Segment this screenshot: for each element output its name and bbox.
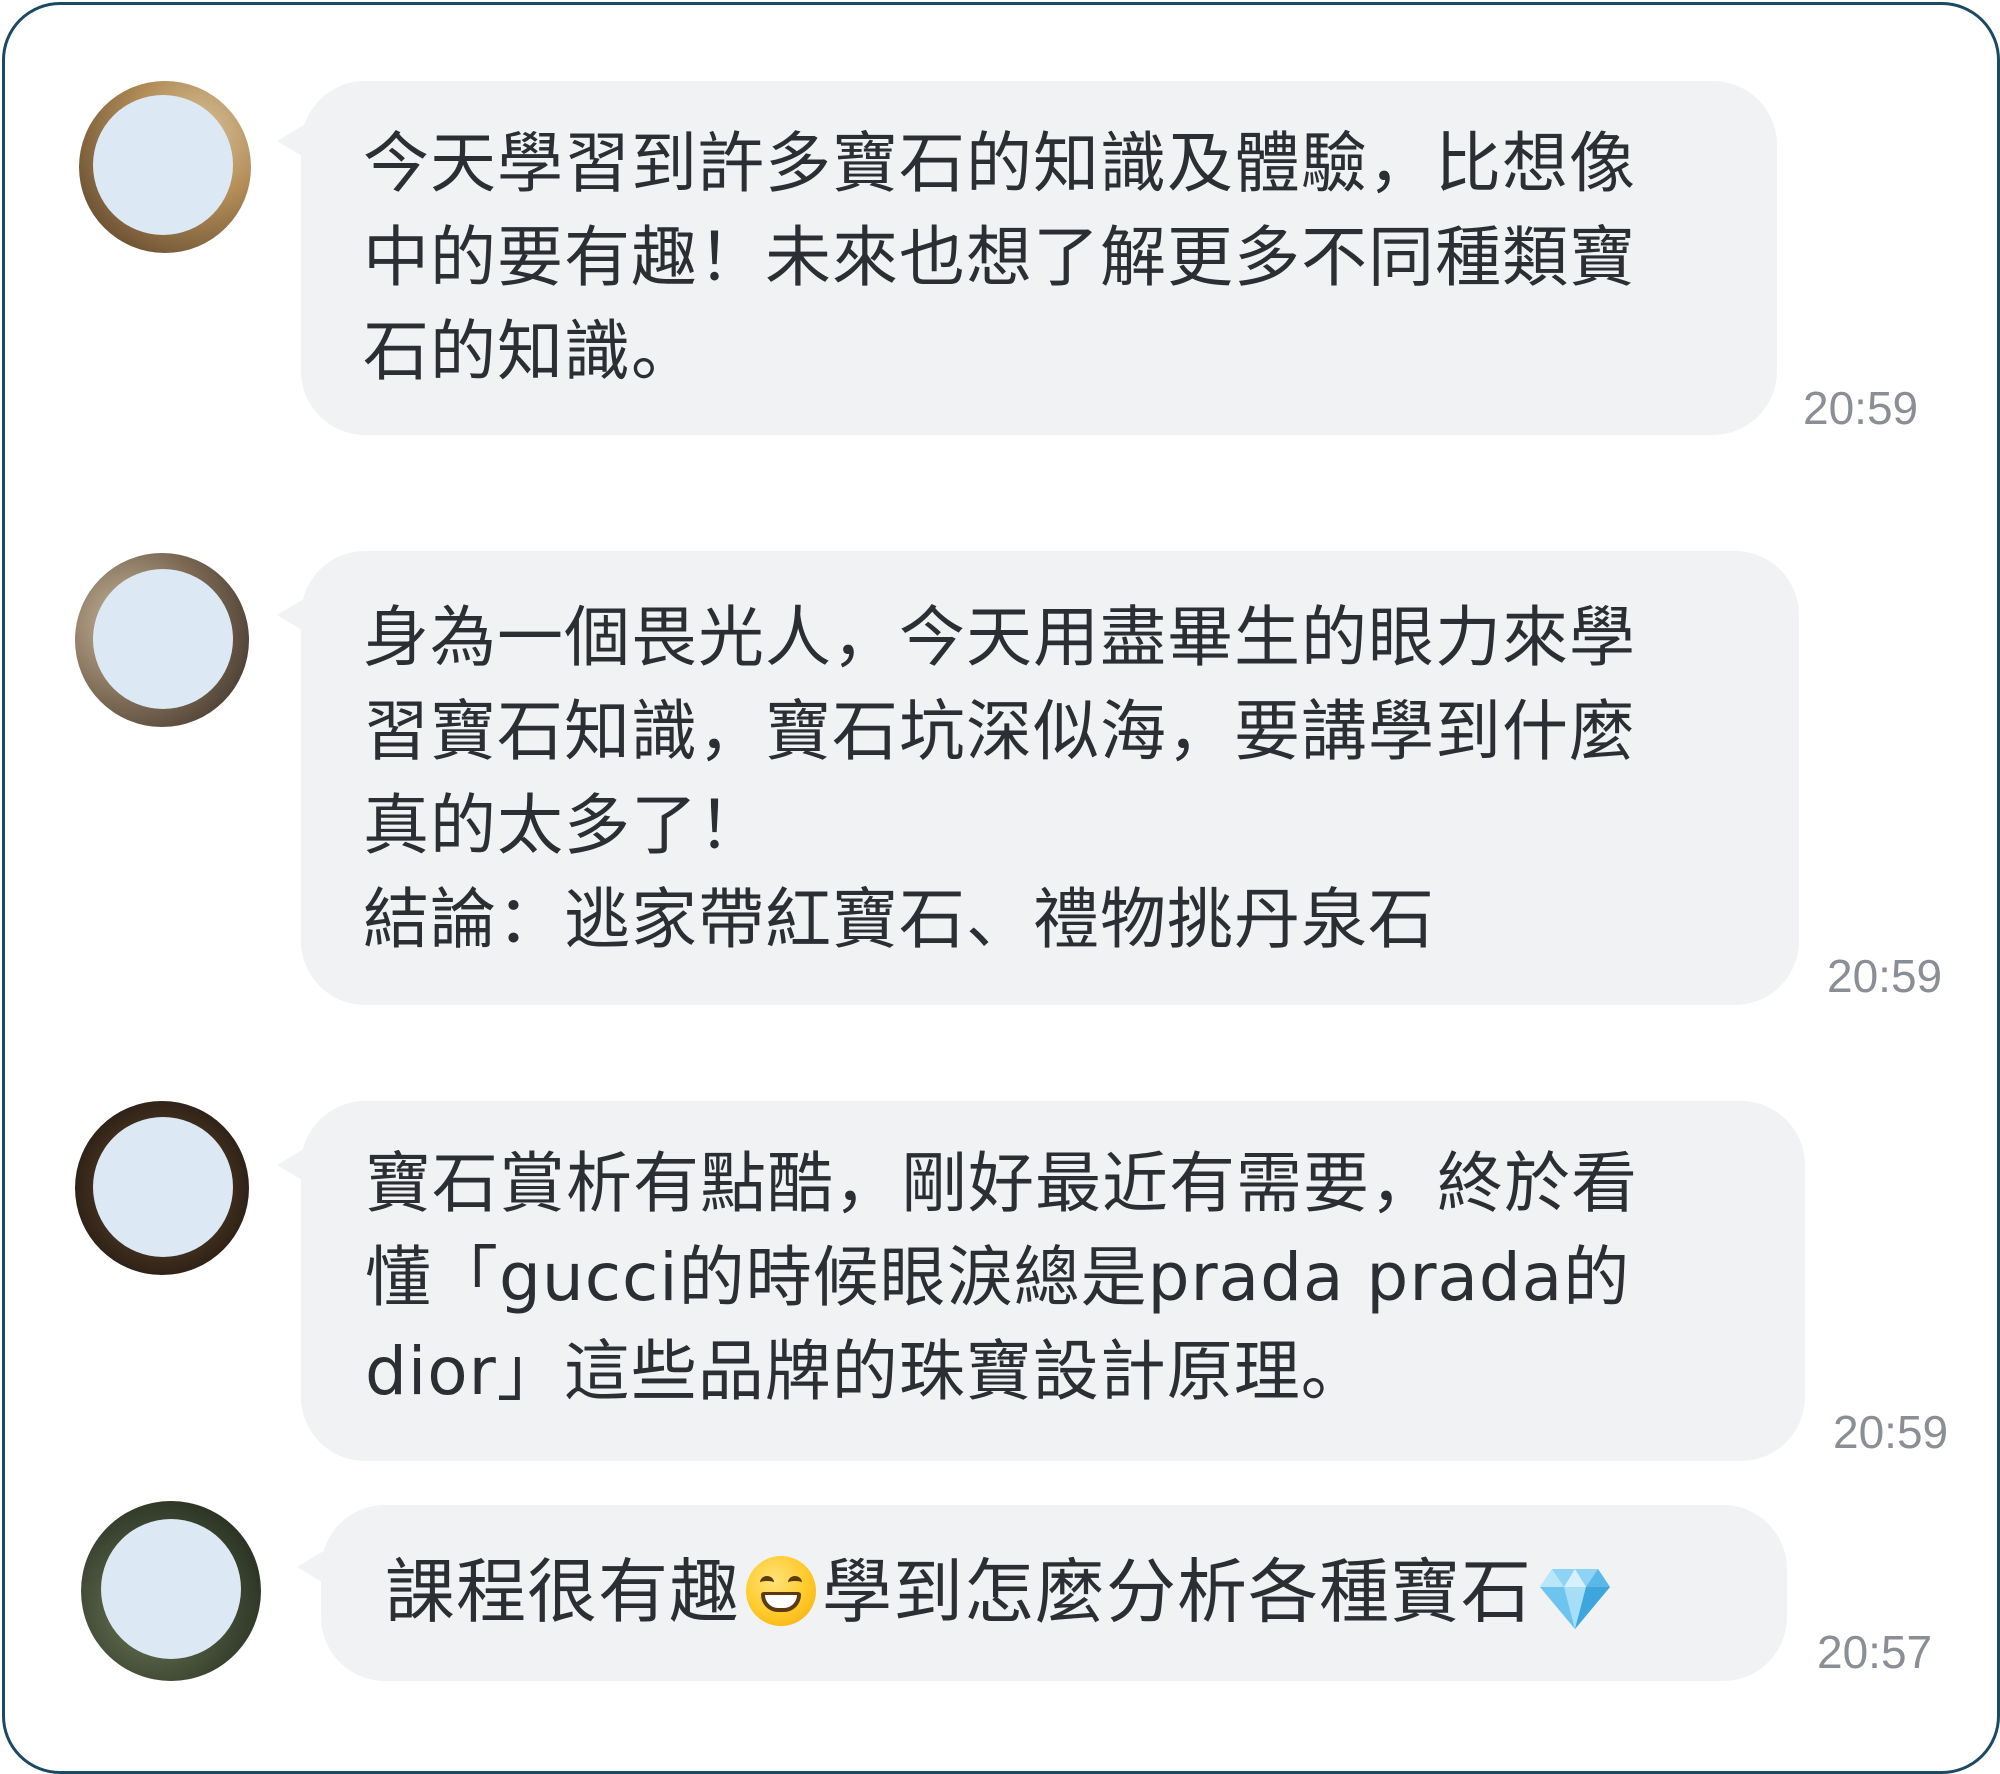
- message-text-part: 學到怎麼分析各種寶石: [822, 1551, 1532, 1633]
- message-text: 課程很有趣 學到怎麼分析各種寶石: [385, 1545, 1765, 1639]
- avatar-blur-mask: [101, 1519, 241, 1659]
- message-bubble[interactable]: 課程很有趣 學到怎麼分析各種寶石: [321, 1505, 1787, 1681]
- chat-window: 今天學習到許多寶石的知識及體驗，比想像 中的要有趣！未來也想了解更多不同種類寶 …: [2, 2, 2000, 1774]
- message-timestamp: 20:57: [1817, 1626, 1933, 1678]
- avatar[interactable]: [81, 1501, 261, 1681]
- gem-stone-emoji-icon: [1538, 1560, 1612, 1629]
- message-text-part: 課程很有趣: [385, 1551, 740, 1633]
- grinning-face-emoji-icon: [746, 1555, 816, 1626]
- message-row: 課程很有趣 學到怎麼分析各種寶石 20:57: [5, 5, 1997, 1705]
